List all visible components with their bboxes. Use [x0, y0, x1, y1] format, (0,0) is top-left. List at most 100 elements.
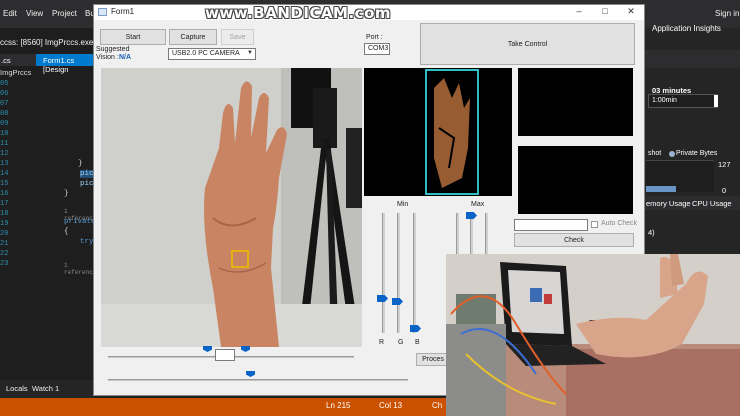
trackbar-thumb-bottom[interactable]	[246, 371, 255, 377]
menu-project[interactable]: Project	[52, 9, 77, 18]
line-number: 18	[0, 210, 9, 218]
bandicam-watermark: www.BANDICAM.com	[205, 4, 392, 22]
line-number: 07	[0, 100, 9, 108]
diagnostic-tabs: emory Usage CPU Usage	[645, 196, 740, 210]
code-lens[interactable]: 1 referenc	[64, 262, 93, 276]
output-view-top	[518, 68, 633, 136]
line-number: 15	[0, 180, 9, 188]
detection-box	[231, 250, 249, 268]
min-r-track[interactable]	[382, 213, 385, 333]
code-token: }	[78, 160, 83, 168]
threshold-view	[364, 68, 512, 196]
line-number: 20	[0, 230, 9, 238]
min-label: Min	[397, 201, 409, 208]
memory-graph-fill	[646, 186, 676, 192]
r-label: R	[379, 339, 385, 346]
chevron-down-icon: ▼	[247, 50, 253, 56]
checkbox-icon[interactable]	[591, 221, 598, 228]
line-number: 14	[0, 170, 9, 178]
min-r-thumb[interactable]	[377, 295, 388, 302]
tab-cpu-usage[interactable]: CPU Usage	[692, 199, 732, 208]
tab-form1-design[interactable]: Form1.cs [Design	[36, 54, 93, 74]
code-token: pic	[80, 180, 94, 188]
status-column: Col 13	[379, 401, 403, 410]
line-number: 06	[0, 90, 9, 98]
check-result-field[interactable]	[514, 219, 588, 231]
diagnostic-item: 4)	[648, 228, 655, 237]
check-button[interactable]: Check	[514, 233, 634, 247]
scope-dropdown[interactable]: ImgPrccs	[0, 68, 31, 77]
max-label: Max	[471, 201, 485, 208]
horizontal-trackbar-bottom[interactable]	[108, 379, 408, 381]
code-token: }	[64, 190, 69, 198]
window-icon	[98, 8, 107, 16]
min-g-thumb[interactable]	[392, 298, 403, 305]
line-number: 08	[0, 110, 9, 118]
debug-bottom-tabs: Locals Watch 1	[0, 380, 93, 398]
code-editor[interactable]: 05 06 07 08 09 10 11 12 13 14 15 16 17 1…	[0, 78, 96, 378]
minimize-button[interactable]: –	[568, 6, 590, 18]
process-button[interactable]: Proces	[416, 353, 450, 366]
code-token: try	[80, 238, 94, 246]
line-number: 21	[0, 240, 9, 248]
line-number: 19	[0, 220, 9, 228]
camera-preview[interactable]	[101, 68, 362, 347]
vision-label: Vision :	[96, 54, 119, 61]
tab-cs[interactable]: .cs	[1, 56, 11, 65]
timeline-label: 1:00min	[652, 97, 677, 104]
diagnostic-toolbar	[645, 50, 740, 68]
line-number: 23	[0, 260, 9, 268]
tab-watch[interactable]: Watch 1	[32, 384, 59, 393]
auto-check-label[interactable]: Auto Check	[601, 220, 637, 227]
camera-select[interactable]: USB2.0 PC CAMERA ▼	[168, 48, 256, 60]
start-button[interactable]: Start	[100, 29, 166, 45]
suggested-label: Suggested	[96, 46, 130, 53]
port-field[interactable]: COM3	[364, 43, 390, 55]
line-number: 17	[0, 200, 9, 208]
private-bytes-legend: Private Bytes	[676, 150, 718, 157]
menu-view[interactable]: View	[26, 9, 43, 18]
max-g-thumb[interactable]	[466, 212, 477, 219]
camera-frame-image	[101, 68, 362, 347]
timeline-marker	[714, 95, 718, 107]
tab-locals[interactable]: Locals	[6, 384, 28, 393]
code-token: {	[64, 228, 69, 236]
menu-edit[interactable]: Edit	[3, 9, 17, 18]
capture-button[interactable]: Capture	[169, 29, 217, 45]
center-value-field[interactable]	[215, 349, 235, 361]
line-number: 11	[0, 140, 9, 148]
camera-select-value: USB2.0 PC CAMERA	[172, 50, 240, 57]
window-title: Form1	[111, 7, 135, 16]
tab-memory-usage[interactable]: emory Usage	[646, 199, 691, 208]
timeline-ruler[interactable]: 1:00min	[648, 94, 718, 108]
status-line: Ln 215	[326, 401, 351, 410]
process-selector[interactable]: ccss: [8560] ImgPrccs.exe	[0, 38, 93, 47]
line-number: 22	[0, 250, 9, 258]
overlay-photo-image	[446, 254, 740, 416]
max-r-track[interactable]	[456, 213, 459, 257]
min-g-track[interactable]	[397, 213, 400, 333]
max-g-track[interactable]	[470, 213, 473, 257]
code-token: pic	[80, 170, 94, 178]
output-view-bottom	[518, 146, 633, 214]
line-number: 12	[0, 150, 9, 158]
min-b-track[interactable]	[413, 213, 416, 333]
line-number: 10	[0, 130, 9, 138]
threshold-image	[425, 69, 479, 195]
line-number: 09	[0, 120, 9, 128]
trackbar-thumb-right[interactable]	[241, 346, 250, 352]
private-bytes-legend-icon	[669, 151, 675, 157]
trackbar-thumb-left[interactable]	[203, 346, 212, 352]
vision-value: N/A	[119, 54, 132, 61]
max-b-track[interactable]	[485, 213, 488, 257]
maximize-button[interactable]: □	[594, 6, 616, 18]
port-label: Port :	[366, 34, 383, 41]
min-b-thumb[interactable]	[410, 325, 421, 332]
application-insights-button[interactable]: Application Insights	[652, 24, 721, 33]
line-number: 05	[0, 80, 9, 88]
save-button[interactable]: Save	[221, 29, 254, 45]
sign-in-link[interactable]: Sign in	[715, 9, 739, 18]
take-control-button[interactable]: Take Control	[420, 23, 635, 65]
close-button[interactable]: ✕	[620, 6, 642, 18]
status-char: Ch	[432, 401, 443, 410]
